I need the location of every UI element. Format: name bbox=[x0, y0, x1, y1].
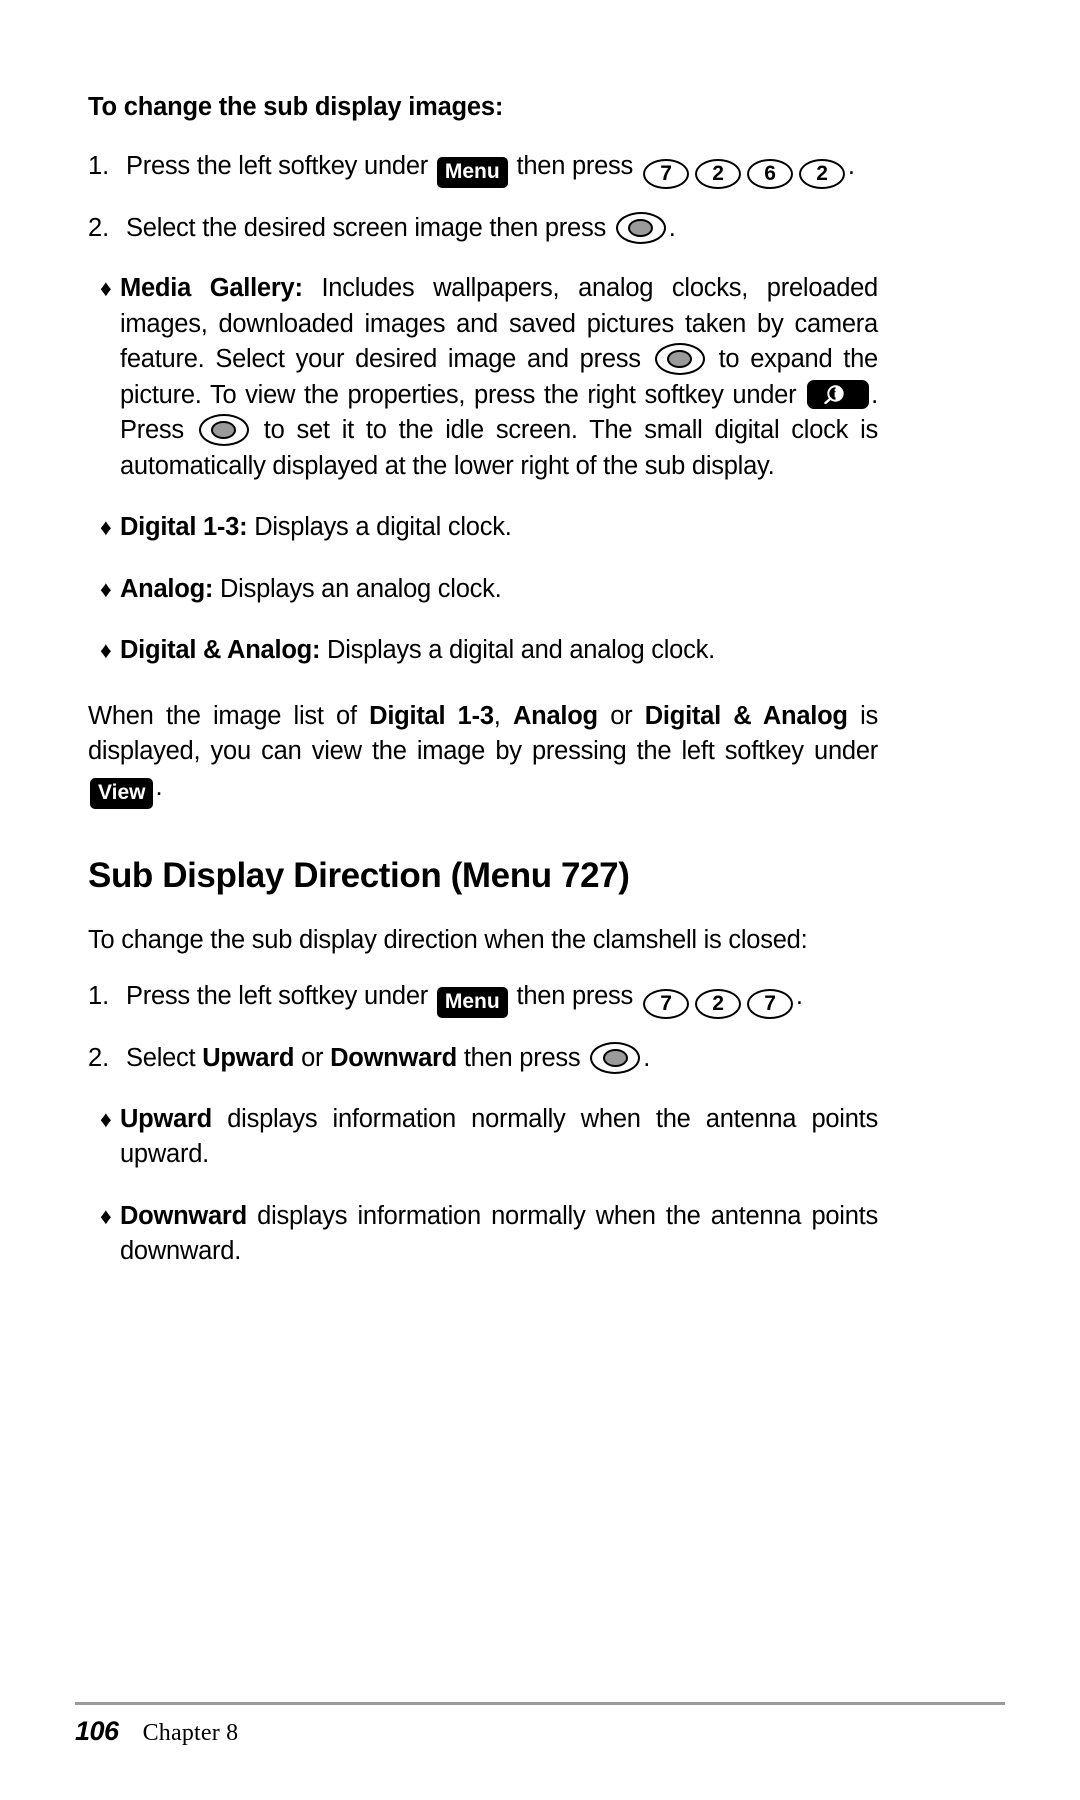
step-text-part: or bbox=[294, 1044, 331, 1073]
key-2-icon[interactable]: 2 bbox=[694, 158, 741, 189]
diamond-bullet-icon: ♦ bbox=[100, 575, 112, 602]
page-footer: 106 Chapter 8 bbox=[75, 1716, 238, 1747]
option-downward: Downward bbox=[330, 1044, 457, 1073]
list-item: ♦ Upward displays information normally w… bbox=[88, 1102, 878, 1173]
list-item-part: Displays a digital and analog clock. bbox=[320, 636, 715, 665]
paragraph-part: When the image list of bbox=[88, 701, 370, 730]
step-number: 1. bbox=[88, 151, 110, 180]
list-item-label: Media Gallery: bbox=[120, 274, 303, 303]
step-item: 2. Select Upward or Downward then press … bbox=[88, 1041, 878, 1076]
page-content: To change the sub display images: 1. Pre… bbox=[88, 92, 878, 1270]
section-intro: To change the sub display direction when… bbox=[88, 925, 808, 954]
step-item: 2. Select the desired screen image then … bbox=[88, 211, 878, 246]
step-item: 1. Press the left softkey under Menu the… bbox=[88, 149, 878, 189]
list-item-label: Upward bbox=[120, 1104, 213, 1133]
list-item: ♦ Downward displays information normally… bbox=[88, 1199, 878, 1270]
key-2-icon[interactable]: 2 bbox=[798, 158, 845, 189]
diamond-bullet-icon: ♦ bbox=[100, 514, 112, 541]
properties-magnifier-icon[interactable] bbox=[807, 379, 870, 409]
key-7-icon[interactable]: 7 bbox=[746, 989, 793, 1020]
ok-key-icon[interactable] bbox=[198, 414, 249, 447]
list-item-text: Upward displays information normally whe… bbox=[120, 1102, 878, 1173]
list-item-label: Digital & Analog: bbox=[120, 636, 321, 665]
step-text-part: then press bbox=[457, 1044, 588, 1073]
step-text-part: . bbox=[668, 213, 676, 242]
list-item-label: Downward bbox=[120, 1201, 247, 1230]
ok-key-icon[interactable] bbox=[590, 1042, 641, 1075]
menu-softkey-badge[interactable]: Menu bbox=[436, 987, 508, 1019]
step-text: Press the left softkey under Menu then p… bbox=[126, 149, 878, 189]
step-text-part: Select bbox=[126, 1044, 203, 1073]
list-item: ♦ Media Gallery: Includes wallpapers, an… bbox=[88, 271, 878, 484]
paragraph-part: . bbox=[155, 772, 163, 801]
step-number: 2. bbox=[88, 213, 110, 242]
step-text-part: then press bbox=[509, 982, 640, 1011]
step-number: 1. bbox=[88, 982, 110, 1011]
ok-key-icon[interactable] bbox=[654, 343, 705, 376]
step-text-part: . bbox=[847, 151, 855, 180]
list-item: ♦ Digital & Analog: Displays a digital a… bbox=[88, 633, 878, 669]
list-item-part: displays information normally when the a… bbox=[120, 1104, 878, 1169]
step-text-part: Press the left softkey under bbox=[126, 982, 435, 1011]
list-item-part: Displays an analog clock. bbox=[213, 574, 502, 603]
diamond-bullet-icon: ♦ bbox=[100, 1105, 112, 1132]
option-upward: Upward bbox=[202, 1044, 295, 1073]
list-item-text: Analog: Displays an analog clock. bbox=[120, 572, 878, 608]
paragraph-part: or bbox=[597, 701, 645, 730]
key-7-icon[interactable]: 7 bbox=[642, 989, 689, 1020]
list-item: ♦ Analog: Displays an analog clock. bbox=[88, 572, 878, 608]
step-number: 2. bbox=[88, 1044, 110, 1073]
footer-chapter-label: Chapter 8 bbox=[142, 1720, 239, 1746]
section-heading: Sub Display Direction (Menu 727) bbox=[88, 855, 630, 895]
step-text: Press the left softkey under Menu then p… bbox=[126, 979, 878, 1020]
ok-key-icon[interactable] bbox=[615, 211, 666, 244]
paragraph-part: , bbox=[493, 701, 513, 730]
step-text-part: . bbox=[643, 1044, 651, 1073]
key-7-icon[interactable]: 7 bbox=[642, 158, 689, 189]
list-item-part: Displays a digital clock. bbox=[247, 513, 512, 542]
step-text-part: then press bbox=[509, 151, 640, 180]
menu-softkey-badge[interactable]: Menu bbox=[436, 156, 508, 188]
step-text-part: . bbox=[795, 982, 803, 1011]
view-paragraph: When the image list of Digital 1-3, Anal… bbox=[88, 699, 878, 809]
manual-page: To change the sub display images: 1. Pre… bbox=[0, 0, 1080, 1800]
list-item-text: Digital 1-3: Displays a digital clock. bbox=[120, 510, 878, 546]
step-text-part: Press the left softkey under bbox=[126, 151, 435, 180]
paragraph-bold: Digital 1-3 bbox=[369, 701, 494, 730]
list-item-label: Digital 1-3: bbox=[120, 513, 248, 542]
step-item: 1. Press the left softkey under Menu the… bbox=[88, 979, 878, 1020]
key-2-icon[interactable]: 2 bbox=[694, 989, 741, 1020]
step-text-part: Select the desired screen image then pre… bbox=[126, 213, 613, 242]
list-item-text: Digital & Analog: Displays a digital and… bbox=[120, 633, 878, 669]
view-softkey-badge[interactable]: View bbox=[90, 777, 154, 809]
list-item-text: Downward displays information normally w… bbox=[120, 1199, 878, 1270]
footer-page-number: 106 bbox=[75, 1716, 119, 1746]
diamond-bullet-icon: ♦ bbox=[100, 637, 112, 664]
diamond-bullet-icon: ♦ bbox=[100, 275, 112, 302]
list-item: ♦ Digital 1-3: Displays a digital clock. bbox=[88, 510, 878, 546]
list-item-label: Analog: bbox=[120, 574, 214, 603]
key-6-icon[interactable]: 6 bbox=[746, 158, 793, 189]
list-item-text: Media Gallery: Includes wallpapers, anal… bbox=[120, 271, 878, 484]
footer-divider bbox=[75, 1702, 1005, 1705]
paragraph-bold: Analog bbox=[512, 701, 598, 730]
page-title: To change the sub display images: bbox=[88, 93, 504, 121]
diamond-bullet-icon: ♦ bbox=[100, 1202, 112, 1229]
step-text: Select the desired screen image then pre… bbox=[126, 211, 878, 246]
step-text: Select Upward or Downward then press . bbox=[126, 1041, 878, 1076]
paragraph-bold: Digital & Analog bbox=[644, 701, 848, 730]
